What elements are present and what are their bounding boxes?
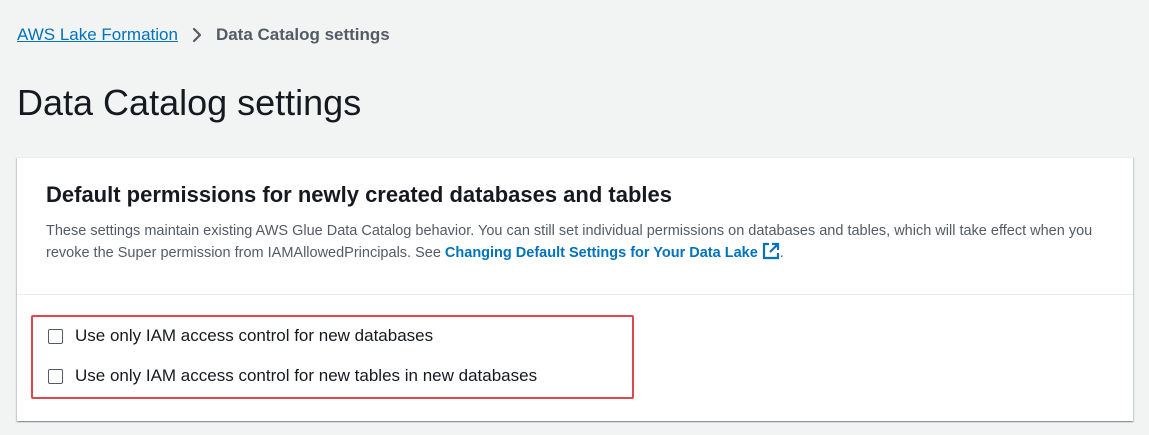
option-iam-new-tables-label: Use only IAM access control for new tabl… <box>75 366 538 385</box>
default-permissions-panel: Default permissions for newly created da… <box>17 157 1133 421</box>
checkbox-iam-new-databases[interactable] <box>48 328 63 344</box>
external-link-icon <box>762 242 780 267</box>
panel-title: Default permissions for newly created da… <box>46 182 672 207</box>
changing-default-settings-link[interactable]: Changing Default Settings for Your Data … <box>444 242 780 261</box>
panel-description-end: . <box>779 245 784 261</box>
panel-description: These settings maintain existing AWS Glu… <box>46 221 1116 267</box>
breadcrumb: AWS Lake Formation Data Catalog settings <box>17 24 390 46</box>
breadcrumb-link-lake-formation[interactable]: AWS Lake Formation <box>17 24 178 46</box>
changing-default-settings-link-label: Changing Default Settings for Your Data … <box>444 245 758 261</box>
checkbox-iam-new-tables[interactable] <box>48 368 63 384</box>
page-title: Data Catalog settings <box>17 82 362 123</box>
panel-header: Default permissions for newly created da… <box>17 158 1133 295</box>
option-iam-new-tables[interactable]: Use only IAM access control for new tabl… <box>48 366 537 386</box>
chevron-right-icon <box>192 27 202 43</box>
option-iam-new-databases[interactable]: Use only IAM access control for new data… <box>48 326 433 346</box>
breadcrumb-current: Data Catalog settings <box>215 25 390 44</box>
option-iam-new-databases-label: Use only IAM access control for new data… <box>75 326 434 345</box>
